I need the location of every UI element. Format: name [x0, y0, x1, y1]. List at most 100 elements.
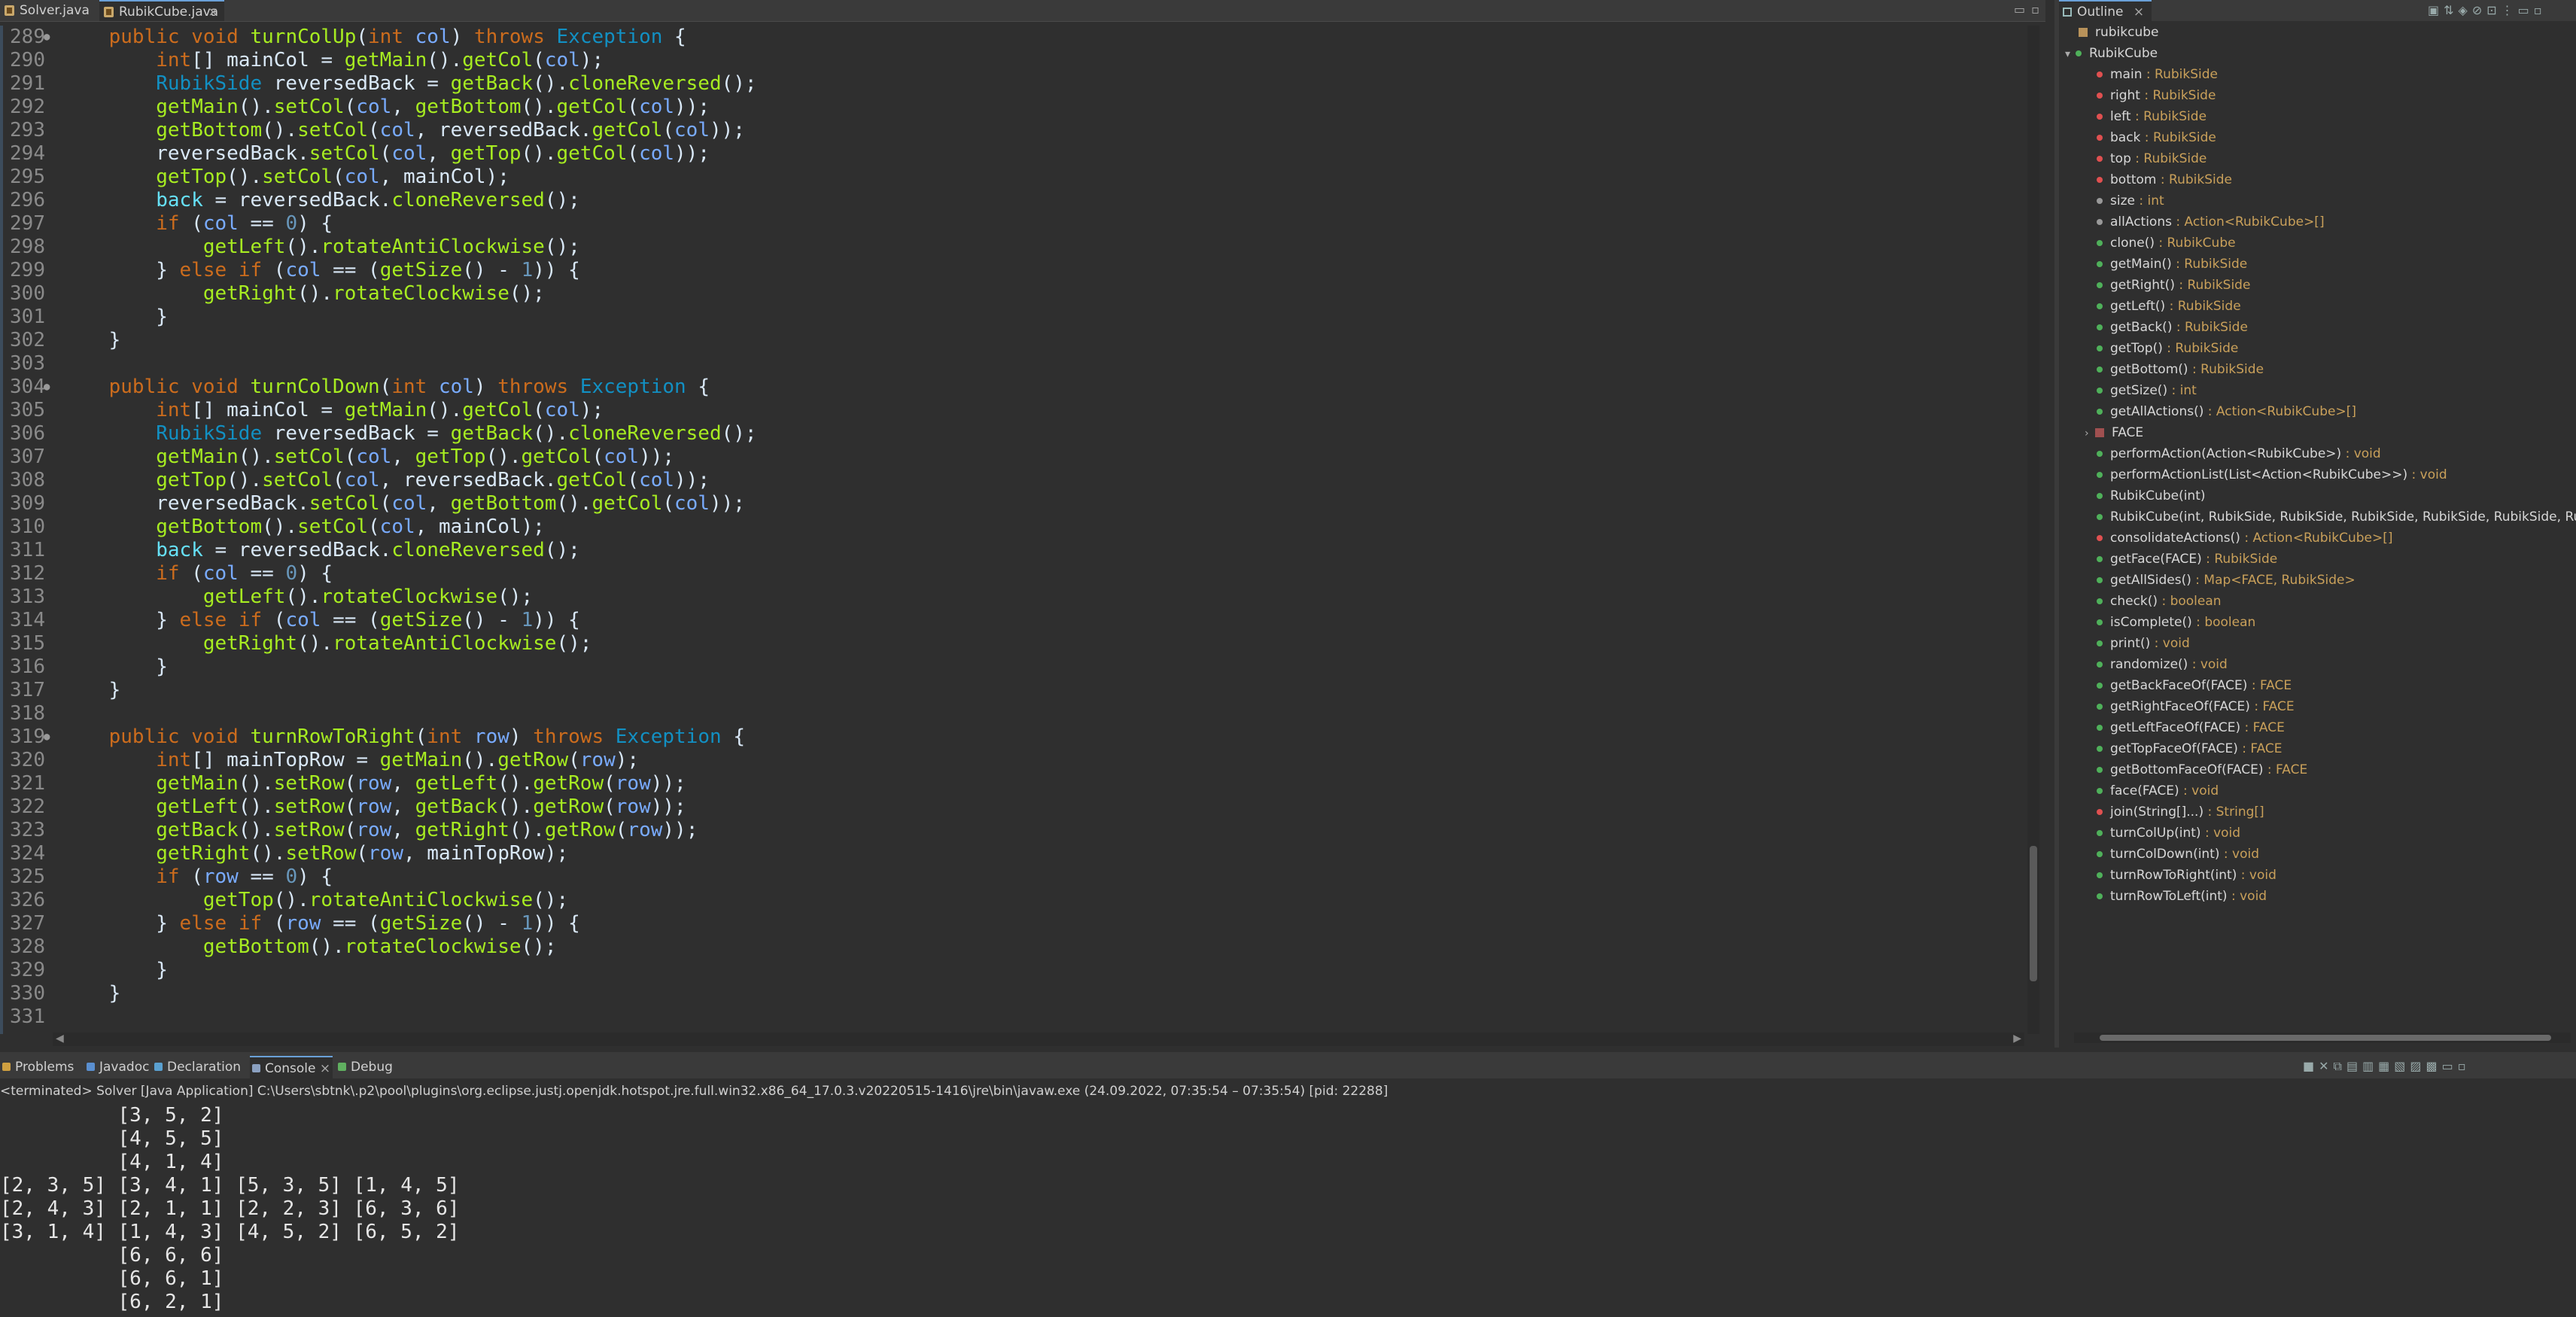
code-line[interactable]: 294 reversedBack.setCol(col, getTop().ge… — [0, 142, 2024, 166]
console-output[interactable]: [3, 5, 2] [4, 5, 5] [4, 1, 4] [2, 3, 5] [… — [0, 1104, 2551, 1317]
outline-item[interactable]: face(FACE) : void — [2097, 780, 2219, 801]
outline-item[interactable]: › FACE — [2085, 422, 2143, 443]
outline-item[interactable]: getAllActions() : Action<RubikCube>[] — [2097, 401, 2356, 422]
outline-item[interactable]: performActionList(List<Action<RubikCube>… — [2097, 464, 2447, 485]
code-line[interactable]: 316 } — [0, 655, 2024, 679]
outline-item[interactable]: getSize() : int — [2097, 380, 2197, 401]
editor-horizontal-scrollbar[interactable]: ◀ ▶ — [53, 1033, 2024, 1046]
outline-item[interactable]: turnRowToRight(int) : void — [2097, 865, 2276, 886]
code-line[interactable]: 304 ● public void turnColDown(int col) th… — [0, 376, 2024, 399]
outline-item[interactable]: print() : void — [2097, 633, 2190, 654]
code-line[interactable]: 318 — [0, 702, 2024, 725]
fold-marker-icon[interactable]: ● — [44, 26, 50, 49]
outline-item[interactable]: getMain() : RubikSide — [2097, 254, 2247, 275]
code-line[interactable]: 308 getTop().setCol(col, reversedBack.ge… — [0, 469, 2024, 492]
outline-item[interactable]: getLeft() : RubikSide — [2097, 296, 2241, 317]
code-line[interactable]: 324 getRight().setRow(row, mainTopRow); — [0, 842, 2024, 865]
outline-item[interactable]: getTopFaceOf(FACE) : FACE — [2097, 738, 2283, 759]
code-line[interactable]: 321 getMain().setRow(row, getLeft().getR… — [0, 772, 2024, 795]
outline-item[interactable]: RubikCube(int, RubikSide, RubikSide, Rub… — [2097, 506, 2576, 528]
code-line[interactable]: 319 ● public void turnRowToRight(int row)… — [0, 725, 2024, 749]
close-icon[interactable]: × — [316, 1061, 330, 1076]
code-line[interactable]: 326 getTop().rotateAntiClockwise(); — [0, 889, 2024, 912]
outline-item[interactable]: isComplete() : boolean — [2097, 612, 2255, 633]
outline-item[interactable]: getLeftFaceOf(FACE) : FACE — [2097, 717, 2285, 738]
code-line[interactable]: 311 back = reversedBack.cloneReversed(); — [0, 539, 2024, 562]
code-line[interactable]: 298 getLeft().rotateAntiClockwise(); — [0, 236, 2024, 259]
scrollbar-thumb[interactable] — [2100, 1035, 2551, 1041]
outline-item[interactable]: back : RubikSide — [2097, 127, 2216, 148]
code-line[interactable]: 297 if (col == 0) { — [0, 212, 2024, 236]
scroll-left-icon[interactable]: ◀ — [56, 1033, 64, 1045]
outline-item[interactable]: getBack() : RubikSide — [2097, 317, 2248, 338]
editor-vertical-scrollbar[interactable] — [2027, 26, 2039, 1034]
outline-item[interactable]: check() : boolean — [2097, 591, 2222, 612]
outline-item[interactable]: left : RubikSide — [2097, 106, 2206, 127]
package-node[interactable]: rubikcube — [2079, 22, 2159, 43]
code-line[interactable]: 296 back = reversedBack.cloneReversed(); — [0, 189, 2024, 212]
code-line[interactable]: 303 — [0, 352, 2024, 376]
code-line[interactable]: 325 if (row == 0) { — [0, 865, 2024, 889]
outline-toolbar[interactable]: ▣⇅◈⊘⊡⋮▭▫ — [2428, 3, 2547, 17]
outline-item[interactable]: getBackFaceOf(FACE) : FACE — [2097, 675, 2292, 696]
outline-horizontal-scrollbar[interactable] — [2074, 1033, 2571, 1043]
code-line[interactable]: 289 ● public void turnColUp(int col) thro… — [0, 26, 2024, 49]
outline-item[interactable]: turnColDown(int) : void — [2097, 844, 2259, 865]
tab-outline[interactable]: Outline × — [2059, 0, 2152, 21]
outline-item[interactable]: getRight() : RubikSide — [2097, 275, 2250, 296]
console-toolbar[interactable]: ■✕⧉▤▥▦▧▨▩▭▫ — [2303, 1059, 2471, 1074]
outline-item[interactable]: allActions : Action<RubikCube>[] — [2097, 211, 2325, 233]
close-icon[interactable]: × — [2133, 5, 2144, 20]
code-line[interactable]: 320 int[] mainTopRow = getMain().getRow(… — [0, 749, 2024, 772]
outline-item[interactable]: consolidateActions() : Action<RubikCube>… — [2097, 528, 2393, 549]
outline-item[interactable]: size : int — [2097, 190, 2164, 211]
code-line[interactable]: 293 getBottom().setCol(col, reversedBack… — [0, 119, 2024, 142]
code-line[interactable]: 291 RubikSide reversedBack = getBack().c… — [0, 72, 2024, 96]
outline-item[interactable]: getBottomFaceOf(FACE) : FACE — [2097, 759, 2307, 780]
code-area[interactable]: 289 ● public void turnColUp(int col) thro… — [0, 26, 2024, 1034]
code-line[interactable]: 329 } — [0, 959, 2024, 982]
outline-item[interactable]: right : RubikSide — [2097, 85, 2216, 106]
outline-item[interactable]: RubikCube(int) — [2097, 485, 2206, 506]
outline-item[interactable]: getTop() : RubikSide — [2097, 338, 2238, 359]
code-line[interactable]: 300 getRight().rotateClockwise(); — [0, 282, 2024, 306]
code-line[interactable]: 302 } — [0, 329, 2024, 352]
fold-marker-icon[interactable]: ● — [44, 725, 50, 749]
code-line[interactable]: 305 int[] mainCol = getMain().getCol(col… — [0, 399, 2024, 422]
code-line[interactable]: 299 } else if (col == (getSize() - 1)) { — [0, 259, 2024, 282]
code-line[interactable]: 327 } else if (row == (getSize() - 1)) { — [0, 912, 2024, 935]
code-line[interactable]: 290 int[] mainCol = getMain().getCol(col… — [0, 49, 2024, 72]
chevron-right-icon[interactable]: › — [2085, 423, 2095, 444]
outline-view[interactable]: Outline × ▣⇅◈⊘⊡⋮▭▫ rubikcube ▾ RubikCube … — [2054, 0, 2576, 1048]
tab-javadoc[interactable]: Javadoc — [84, 1056, 149, 1078]
scrollbar-thumb[interactable] — [2030, 846, 2037, 981]
code-line[interactable]: 307 getMain().setCol(col, getTop().getCo… — [0, 446, 2024, 469]
outline-item[interactable]: performAction(Action<RubikCube>) : void — [2097, 443, 2381, 464]
code-line[interactable]: 306 RubikSide reversedBack = getBack().c… — [0, 422, 2024, 446]
tab-solver-java[interactable]: Solver.java — [0, 0, 98, 21]
code-line[interactable]: 322 getLeft().setRow(row, getBack().getR… — [0, 795, 2024, 819]
close-icon[interactable]: × — [208, 2, 218, 23]
outline-item[interactable]: getBottom() : RubikSide — [2097, 359, 2264, 380]
code-line[interactable]: 295 getTop().setCol(col, mainCol); — [0, 166, 2024, 189]
code-line[interactable]: 310 getBottom().setCol(col, mainCol); — [0, 516, 2024, 539]
tab-problems[interactable]: Problems — [0, 1056, 81, 1078]
outline-item[interactable]: randomize() : void — [2097, 654, 2228, 675]
code-line[interactable]: 301 } — [0, 306, 2024, 329]
tab-console[interactable]: Console × — [250, 1056, 333, 1078]
outline-item[interactable]: main : RubikSide — [2097, 64, 2218, 85]
outline-item[interactable]: getAllSides() : Map<FACE, RubikSide> — [2097, 570, 2356, 591]
outline-item[interactable]: getRightFaceOf(FACE) : FACE — [2097, 696, 2295, 717]
code-editor[interactable]: Solver.java RubikCube.java × ▭▫ 289 ● pub… — [0, 0, 2045, 1048]
outline-item[interactable]: join(String[]...) : String[] — [2097, 801, 2264, 823]
editor-window-controls[interactable]: ▭▫ — [2014, 2, 2045, 17]
code-line[interactable]: 314 } else if (col == (getSize() - 1)) { — [0, 609, 2024, 632]
code-line[interactable]: 315 getRight().rotateAntiClockwise(); — [0, 632, 2024, 655]
code-line[interactable]: 309 reversedBack.setCol(col, getBottom()… — [0, 492, 2024, 516]
code-line[interactable]: 323 getBack().setRow(row, getRight().get… — [0, 819, 2024, 842]
outline-item[interactable]: turnColUp(int) : void — [2097, 823, 2240, 844]
code-line[interactable]: 317 } — [0, 679, 2024, 702]
outline-item[interactable]: clone() : RubikCube — [2097, 233, 2236, 254]
outline-item[interactable]: turnRowToLeft(int) : void — [2097, 886, 2267, 907]
class-node[interactable]: ▾ RubikCube — [2065, 43, 2158, 64]
